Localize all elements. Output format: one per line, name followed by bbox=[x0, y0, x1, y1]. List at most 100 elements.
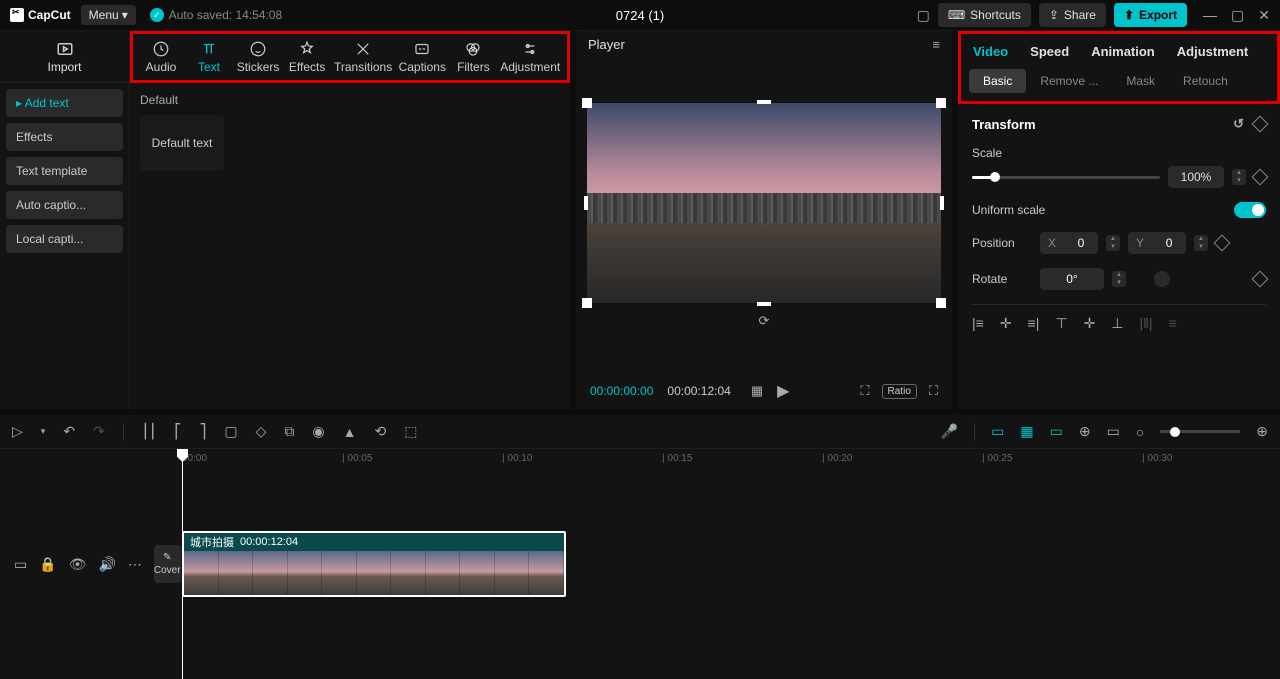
sidebar-item-effects[interactable]: Effects bbox=[6, 123, 123, 151]
player-menu-icon[interactable]: ≡ bbox=[932, 37, 940, 52]
tool-tab-stickers[interactable]: Stickers bbox=[233, 40, 283, 74]
scale-value[interactable]: 100% bbox=[1168, 166, 1224, 188]
crop-handle-tl[interactable] bbox=[582, 98, 592, 108]
grid-icon[interactable]: ▦ bbox=[751, 383, 763, 399]
zoom-in-icon[interactable]: ⊕ bbox=[1256, 423, 1268, 440]
import-tab[interactable]: Import bbox=[0, 31, 129, 83]
align-center-h-icon[interactable]: ✛ bbox=[1000, 315, 1012, 332]
subtab-remove[interactable]: Remove ... bbox=[1026, 69, 1112, 93]
trim-right-icon[interactable]: ⎤ bbox=[199, 423, 206, 440]
link-icon[interactable]: ▭ bbox=[1050, 423, 1063, 440]
sidebar-item-add-text[interactable]: ▸ Add text bbox=[6, 89, 123, 117]
track-toggle-icon[interactable]: ▭ bbox=[14, 556, 27, 573]
scale-spinner[interactable]: ▴▾ bbox=[1232, 169, 1246, 185]
lock-icon[interactable]: 🔒 bbox=[39, 556, 56, 573]
layout-icon[interactable]: ▢ bbox=[917, 7, 930, 24]
preview-cut-icon[interactable]: ⊕ bbox=[1079, 423, 1091, 440]
sync-icon[interactable]: ⟳ bbox=[759, 313, 770, 329]
tool-tab-text[interactable]: Text bbox=[185, 40, 233, 74]
marker-icon[interactable]: ◇ bbox=[256, 423, 267, 440]
crop-handle-r[interactable] bbox=[940, 196, 944, 210]
rotate-spinner[interactable]: ▴▾ bbox=[1112, 271, 1126, 287]
crop-handle-b[interactable] bbox=[757, 302, 771, 306]
scan-icon[interactable]: ⛶ bbox=[860, 383, 869, 399]
delete-icon[interactable]: ▢ bbox=[224, 423, 237, 440]
crop-handle-tr[interactable] bbox=[936, 98, 946, 108]
tool-tab-filters[interactable]: Filters bbox=[449, 40, 497, 74]
close-icon[interactable]: ✕ bbox=[1258, 7, 1270, 24]
undo-icon[interactable]: ↶ bbox=[63, 423, 75, 440]
video-preview[interactable] bbox=[587, 103, 941, 303]
video-clip[interactable]: 城市拍摄 00:00:12:04 bbox=[182, 531, 566, 597]
rotate-keyframe-icon[interactable] bbox=[1252, 271, 1269, 288]
crop-handle-t[interactable] bbox=[757, 100, 771, 104]
timeline-ruler[interactable]: 00:00 | 00:05 | 00:10 | 00:15 | 00:20 | … bbox=[178, 449, 1280, 471]
cover-button[interactable]: ✎ Cover bbox=[154, 545, 181, 583]
speaker-icon[interactable]: 🔊 bbox=[98, 556, 115, 573]
magnet-main-icon[interactable]: ▭ bbox=[991, 423, 1004, 440]
crop-handle-bl[interactable] bbox=[582, 298, 592, 308]
tool-tab-effects[interactable]: Effects bbox=[283, 40, 331, 74]
trim-left-icon[interactable]: ⎡ bbox=[174, 423, 181, 440]
more-icon[interactable]: ⋯ bbox=[128, 556, 142, 573]
default-text-asset[interactable]: Default text bbox=[140, 115, 224, 171]
export-button[interactable]: ⬆ Export bbox=[1114, 3, 1187, 27]
scale-slider-thumb[interactable] bbox=[990, 172, 1000, 182]
tab-animation[interactable]: Animation bbox=[1091, 44, 1155, 59]
align-center-v-icon[interactable]: ✛ bbox=[1084, 315, 1096, 332]
timeline-tracks[interactable]: 00:00 | 00:05 | 00:10 | 00:15 | 00:20 | … bbox=[178, 449, 1280, 679]
subtab-retouch[interactable]: Retouch bbox=[1169, 69, 1242, 93]
tab-speed[interactable]: Speed bbox=[1030, 44, 1069, 59]
align-bottom-icon[interactable]: ⊥ bbox=[1111, 315, 1123, 332]
tool-tab-captions[interactable]: Captions bbox=[395, 40, 449, 74]
eye-icon[interactable]: 👁 bbox=[69, 556, 87, 573]
reset-icon[interactable]: ↺ bbox=[1233, 116, 1244, 132]
speed-icon[interactable]: ◉ bbox=[312, 423, 324, 440]
rotate-tool-icon[interactable]: ⟲ bbox=[374, 423, 386, 440]
crop-handle-l[interactable] bbox=[584, 196, 588, 210]
ratio-button[interactable]: Ratio bbox=[882, 384, 917, 399]
distribute-h-icon[interactable]: |‖| bbox=[1140, 315, 1153, 332]
chevron-up-icon[interactable]: ▴ bbox=[1232, 169, 1246, 177]
mirror-icon[interactable]: ▲ bbox=[343, 424, 357, 440]
shortcuts-button[interactable]: ⌨ Shortcuts bbox=[938, 3, 1031, 27]
rotate-input[interactable]: 0° bbox=[1040, 268, 1104, 290]
sidebar-item-auto-captions[interactable]: Auto captio... bbox=[6, 191, 123, 219]
subtab-basic[interactable]: Basic bbox=[969, 69, 1026, 93]
sidebar-item-text-template[interactable]: Text template bbox=[6, 157, 123, 185]
position-x-input[interactable]: X 0 bbox=[1040, 232, 1098, 254]
tab-adjustment[interactable]: Adjustment bbox=[1177, 44, 1249, 59]
preview-mode-icon[interactable]: ▭ bbox=[1107, 423, 1120, 440]
fullscreen-icon[interactable]: ⛶ bbox=[929, 383, 938, 399]
tab-video[interactable]: Video bbox=[973, 44, 1008, 59]
tool-tab-transitions[interactable]: Transitions bbox=[331, 40, 395, 74]
maximize-icon[interactable]: ▢ bbox=[1231, 7, 1244, 24]
align-right-icon[interactable]: ≡| bbox=[1028, 315, 1040, 332]
y-spinner[interactable]: ▴▾ bbox=[1194, 235, 1208, 251]
uniform-scale-toggle[interactable] bbox=[1234, 202, 1266, 218]
compound-icon[interactable]: ⧉ bbox=[284, 423, 294, 440]
rotate-dial-icon[interactable] bbox=[1154, 271, 1170, 287]
position-y-input[interactable]: Y 0 bbox=[1128, 232, 1186, 254]
sidebar-item-local-captions[interactable]: Local capti... bbox=[6, 225, 123, 253]
scale-keyframe-icon[interactable] bbox=[1252, 169, 1269, 186]
chevron-down-icon[interactable]: ▾ bbox=[1232, 177, 1246, 185]
keyframe-icon[interactable] bbox=[1252, 116, 1269, 133]
split-icon[interactable]: ⎮⎮ bbox=[142, 423, 157, 440]
mic-icon[interactable]: 🎤 bbox=[941, 423, 958, 440]
redo-icon[interactable]: ↷ bbox=[93, 423, 105, 440]
position-keyframe-icon[interactable] bbox=[1214, 235, 1231, 252]
crop-tool-icon[interactable]: ⬚ bbox=[404, 423, 417, 440]
select-dropdown-icon[interactable]: ▾ bbox=[41, 426, 46, 437]
zoom-out-icon[interactable]: ○ bbox=[1136, 424, 1144, 440]
minimize-icon[interactable]: — bbox=[1203, 7, 1217, 24]
magnet-track-icon[interactable]: ▦ bbox=[1020, 423, 1033, 440]
select-tool-icon[interactable]: ▷ bbox=[12, 423, 23, 440]
align-top-icon[interactable]: ⊤ bbox=[1055, 315, 1067, 332]
scale-slider[interactable] bbox=[972, 176, 1160, 179]
zoom-slider-thumb[interactable] bbox=[1170, 427, 1180, 437]
zoom-slider[interactable] bbox=[1160, 430, 1240, 433]
x-spinner[interactable]: ▴▾ bbox=[1106, 235, 1120, 251]
playhead[interactable] bbox=[182, 449, 183, 679]
subtab-mask[interactable]: Mask bbox=[1112, 69, 1169, 93]
